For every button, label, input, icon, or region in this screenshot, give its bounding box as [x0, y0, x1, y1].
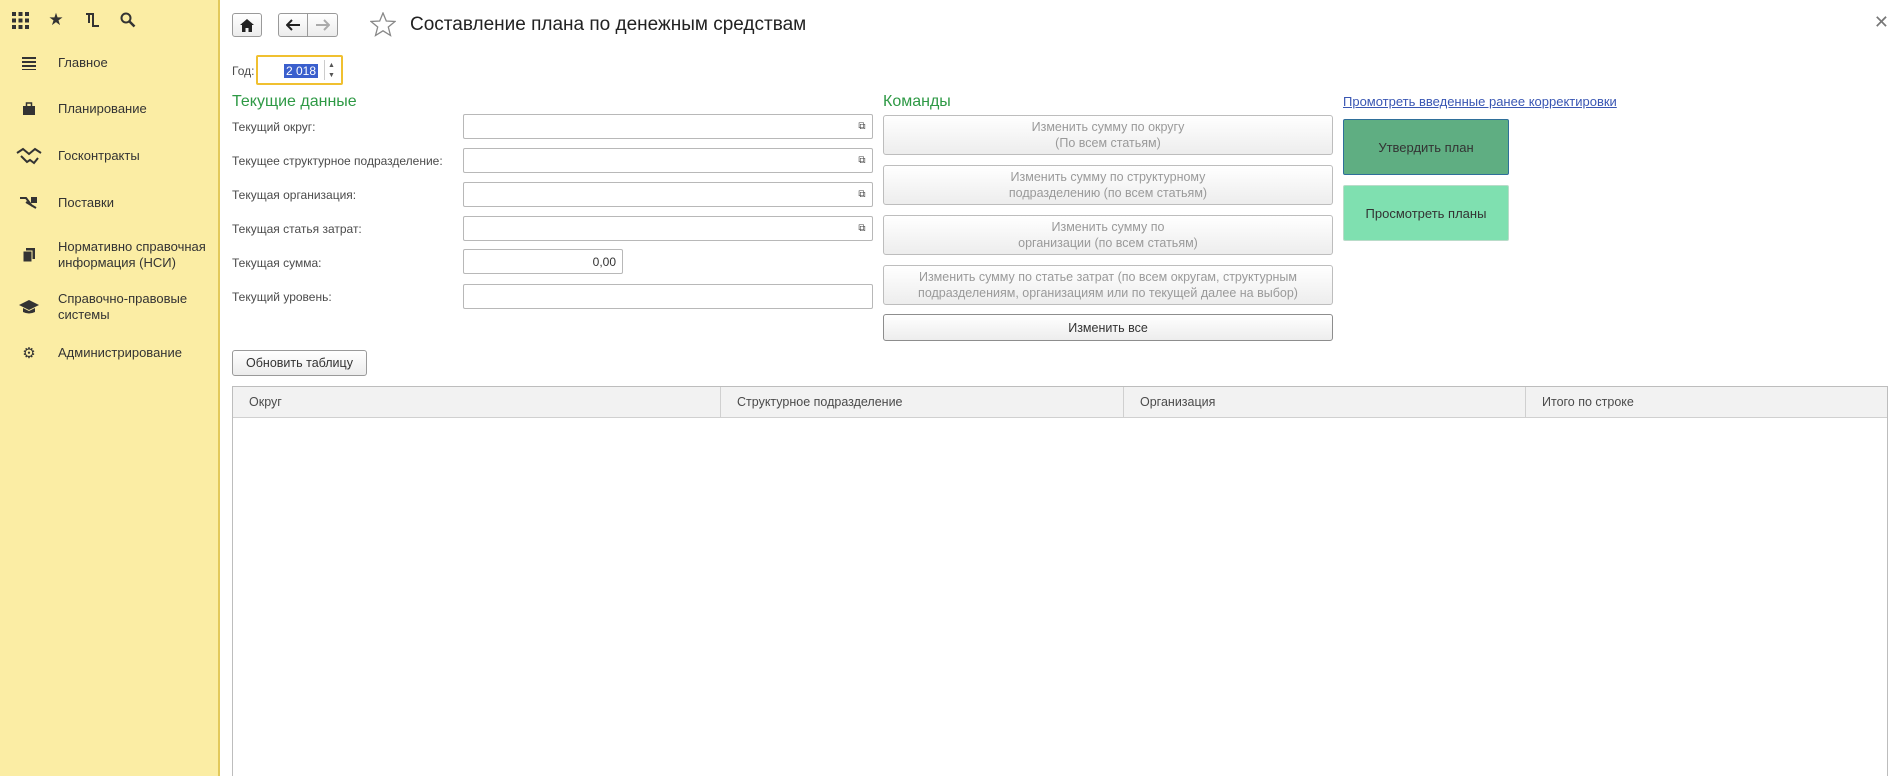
change-by-cost-item-button[interactable]: Изменить сумму по статье затрат (по всем…: [883, 265, 1333, 305]
sidebar-item-supplies[interactable]: Поставки: [0, 192, 218, 214]
current-cost-item-field[interactable]: ⧉: [463, 216, 873, 241]
button-label-line: подразделению (по всем статьям): [1008, 186, 1208, 200]
sidebar-item-main[interactable]: Главное: [0, 52, 218, 74]
button-label-line: Изменить сумму по округу: [1031, 120, 1185, 134]
home-button[interactable]: [232, 13, 262, 37]
table-header: Округ Структурное подразделение Организа…: [233, 387, 1887, 418]
star-icon[interactable]: ★: [44, 8, 68, 32]
change-by-organization-button[interactable]: Изменить сумму по организации (по всем ст…: [883, 215, 1333, 255]
sidebar-item-label: Главное: [58, 55, 108, 70]
sidebar-item-label: Поставки: [58, 195, 114, 210]
change-by-division-button[interactable]: Изменить сумму по структурному подразделе…: [883, 165, 1333, 205]
button-label-line: Изменить сумму по: [1051, 220, 1165, 234]
current-level-label: Текущий уровень:: [232, 290, 332, 304]
button-label-line: Изменить все: [1068, 320, 1148, 335]
column-header-division[interactable]: Структурное подразделение: [721, 387, 1124, 417]
column-header-organization[interactable]: Организация: [1124, 387, 1526, 417]
current-data-title: Текущие данные: [232, 93, 357, 110]
sidebar-item-label: Госконтракты: [58, 148, 140, 163]
column-header-district[interactable]: Округ: [233, 387, 721, 417]
open-window-icon[interactable]: ⧉: [852, 183, 872, 206]
search-icon[interactable]: [116, 8, 140, 32]
current-sum-label: Текущая сумма:: [232, 256, 322, 270]
open-window-icon[interactable]: ⧉: [852, 217, 872, 240]
year-stepper[interactable]: 2 018 ▲ ▼: [256, 55, 343, 85]
current-division-field[interactable]: ⧉: [463, 148, 873, 173]
current-sum-field[interactable]: 0,00: [463, 249, 623, 274]
open-window-icon[interactable]: ⧉: [852, 115, 872, 138]
year-spin-buttons[interactable]: ▲ ▼: [324, 60, 338, 80]
close-icon[interactable]: ✕: [1874, 12, 1889, 33]
page-title: Составление плана по денежным средствам: [410, 14, 807, 35]
year-label: Год:: [232, 64, 255, 78]
sidebar-item-administration[interactable]: ⚙ Администрирование: [0, 342, 218, 364]
current-sum-value: 0,00: [592, 255, 616, 269]
arrow-right-icon: [315, 19, 330, 31]
button-label-line: Изменить сумму по статье затрат (по всем…: [918, 270, 1298, 284]
change-by-district-button[interactable]: Изменить сумму по округу (По всем статьям…: [883, 115, 1333, 155]
sidebar-item-planning[interactable]: Планирование: [0, 98, 218, 120]
gear-icon: ⚙: [22, 345, 36, 362]
refresh-table-button[interactable]: Обновить таблицу: [232, 350, 367, 376]
current-district-label: Текущий округ:: [232, 120, 316, 134]
favorite-star-icon[interactable]: [369, 11, 397, 40]
sidebar-item-label: Администрирование: [58, 345, 182, 360]
button-label-line: подразделениям, организациям или по теку…: [918, 286, 1298, 300]
button-label-line: Изменить сумму по структурному: [1010, 170, 1206, 184]
sidebar-item-reference-info[interactable]: Нормативно справочная информация (НСИ): [0, 238, 218, 272]
back-button[interactable]: [278, 13, 308, 37]
briefcase-icon: [0, 102, 58, 116]
sidebar: ★ Главное Планирование Госконтракты Пост…: [0, 0, 220, 776]
current-level-field[interactable]: [463, 284, 873, 309]
menu-lines-icon: [0, 56, 58, 70]
change-all-button[interactable]: Изменить все: [883, 314, 1333, 341]
approve-plan-button[interactable]: Утвердить план: [1343, 119, 1509, 175]
sidebar-toolbar: ★: [0, 0, 218, 40]
sidebar-item-label: Справочно-правовые системы: [58, 291, 188, 322]
button-label-line: организации (по всем статьям): [1018, 236, 1198, 250]
home-icon: [240, 18, 254, 32]
current-organization-label: Текущая организация:: [232, 188, 357, 202]
sidebar-item-label: Нормативно справочная информация (НСИ): [58, 239, 206, 270]
button-label-line: (По всем статьям): [1055, 136, 1161, 150]
sidebar-item-legal-systems[interactable]: Справочно-правовые системы: [0, 290, 218, 324]
current-district-field[interactable]: ⧉: [463, 114, 873, 139]
spin-up-icon[interactable]: ▲: [328, 62, 335, 69]
main-area: Составление плана по денежным средствам …: [220, 0, 1901, 776]
sidebar-item-label: Планирование: [58, 101, 147, 116]
documents-icon: [0, 248, 58, 262]
view-corrections-link[interactable]: Промотреть введенные ранее корректировки: [1343, 94, 1617, 109]
current-cost-item-label: Текущая статья затрат:: [232, 222, 362, 236]
open-window-icon[interactable]: ⧉: [852, 149, 872, 172]
current-organization-field[interactable]: ⧉: [463, 182, 873, 207]
commands-title: Команды: [883, 93, 951, 110]
delivery-icon: [0, 194, 58, 212]
arrow-left-icon: [286, 19, 300, 31]
view-plans-button[interactable]: Просмотреть планы: [1343, 185, 1509, 241]
year-value[interactable]: 2 018: [284, 64, 319, 78]
current-division-label: Текущее структурное подразделение:: [232, 154, 443, 168]
sidebar-item-contracts[interactable]: Госконтракты: [0, 145, 218, 167]
spin-down-icon[interactable]: ▼: [328, 72, 335, 79]
history-icon[interactable]: [80, 8, 104, 32]
forward-button[interactable]: [308, 13, 338, 37]
handshake-icon: [0, 147, 58, 165]
column-header-row-total[interactable]: Итого по строке: [1526, 387, 1887, 417]
plan-table[interactable]: Округ Структурное подразделение Организа…: [232, 386, 1888, 776]
graduation-cap-icon: [0, 300, 58, 314]
apps-grid-icon[interactable]: [8, 8, 32, 32]
